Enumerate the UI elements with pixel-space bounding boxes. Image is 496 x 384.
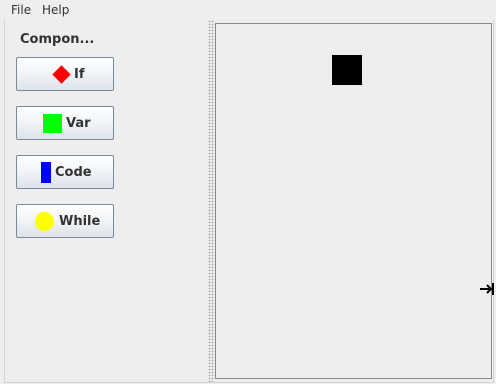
var-button-label: Var (66, 116, 91, 131)
red-diamond-icon (52, 65, 71, 84)
var-button[interactable]: Var (16, 106, 114, 140)
split-pane-divider[interactable] (208, 20, 215, 382)
while-button[interactable]: While (16, 204, 114, 238)
code-button[interactable]: Code (16, 155, 114, 189)
green-square-icon (43, 114, 62, 133)
drawing-canvas[interactable] (215, 23, 492, 379)
if-button-label: If (74, 67, 85, 82)
menu-bar: File Help (0, 0, 496, 20)
resize-cursor-icon (480, 283, 494, 295)
palette-title: Compon... (20, 32, 95, 47)
canvas-block[interactable] (332, 55, 362, 85)
blue-rect-icon (41, 162, 51, 183)
if-button[interactable]: If (16, 57, 114, 91)
main-window: Compon... If Var Code While (4, 20, 494, 383)
while-button-label: While (59, 214, 101, 229)
component-palette: Compon... If Var Code While (5, 20, 211, 382)
menu-help[interactable]: Help (42, 3, 69, 17)
menu-file[interactable]: File (11, 3, 31, 17)
yellow-circle-icon (35, 212, 54, 231)
code-button-label: Code (55, 165, 92, 180)
